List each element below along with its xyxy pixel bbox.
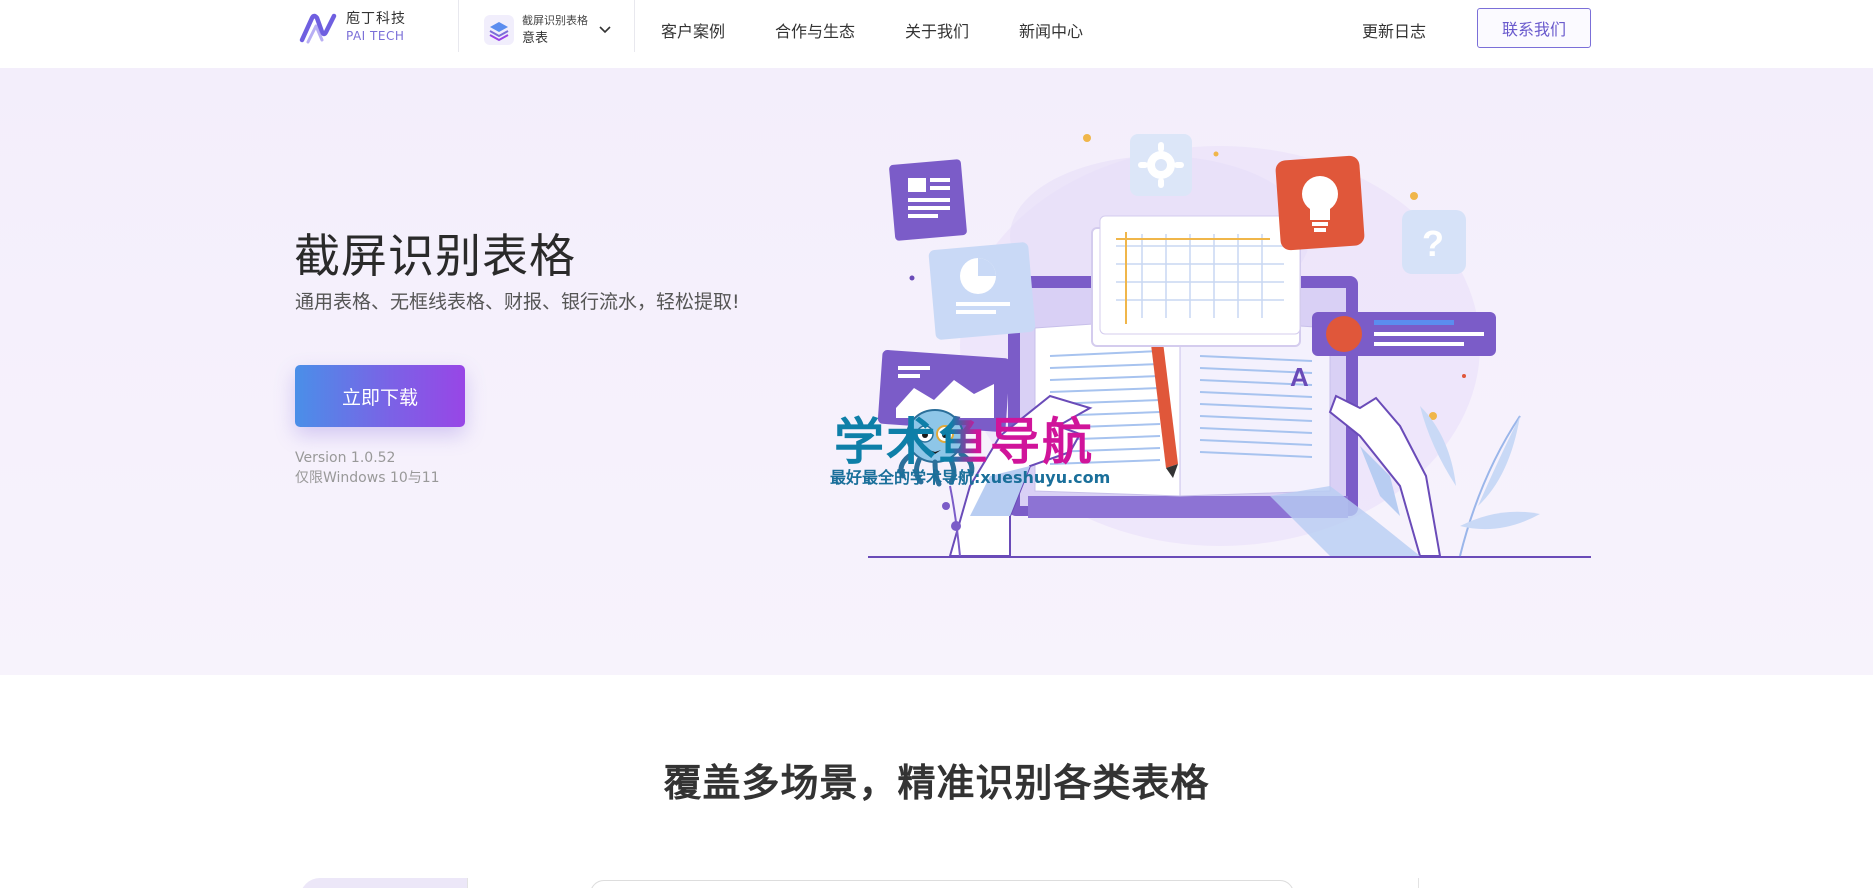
logo-en-text: PAI TECH xyxy=(346,29,405,43)
hero-title: 截屏识别表格 xyxy=(294,229,576,283)
product-selector[interactable]: 截屏识别表格 意表 xyxy=(484,12,612,48)
header-divider xyxy=(634,0,635,52)
nav-partners[interactable]: 合作与生态 xyxy=(775,18,855,42)
nav-news[interactable]: 新闻中心 xyxy=(1019,18,1083,42)
version-text: Version 1.0.52 xyxy=(295,450,396,466)
chevron-down-icon[interactable] xyxy=(598,23,612,37)
logo-cn-text: 庖丁科技 xyxy=(346,11,406,27)
divider xyxy=(467,878,468,888)
scenario-preview-card xyxy=(590,880,1294,888)
hero-illustration: A ? xyxy=(868,134,1591,558)
hero-subtitle: 通用表格、无框线表格、财报、银行流水，轻松提取! xyxy=(295,291,740,313)
logo-icon xyxy=(299,13,337,44)
contact-us-button[interactable]: 联系我们 xyxy=(1477,8,1591,48)
product-icon xyxy=(484,15,514,45)
product-name: 意表 xyxy=(522,31,549,46)
changelog-link[interactable]: 更新日志 xyxy=(1362,18,1426,42)
version-info: Version 1.0.52 仅限Windows 10与11 xyxy=(295,448,440,488)
divider xyxy=(1418,878,1419,888)
download-button[interactable]: 立即下载 xyxy=(295,365,465,427)
question-icon: ? xyxy=(1422,223,1444,264)
nav-customer-cases[interactable]: 客户案例 xyxy=(661,18,725,42)
header-divider xyxy=(458,0,459,52)
svg-text:A: A xyxy=(1290,362,1309,392)
hero-section: 截屏识别表格 通用表格、无框线表格、财报、银行流水，轻松提取! 立即下载 Ver… xyxy=(0,68,1873,675)
nav-about-us[interactable]: 关于我们 xyxy=(905,18,969,42)
logo[interactable]: 庖丁科技 PAI TECH xyxy=(298,10,406,46)
top-nav: 庖丁科技 PAI TECH 截屏识别表格 意表 客户案例 合作与生态 关于我们 … xyxy=(0,0,1873,68)
section-title: 覆盖多场景，精准识别各类表格 xyxy=(663,761,1210,805)
scenario-tab[interactable] xyxy=(300,878,468,888)
watermark-subtitle: 最好最全的学术导航:xueshuyu.com xyxy=(830,468,1111,487)
product-subtitle: 截屏识别表格 xyxy=(522,14,588,27)
os-requirement: 仅限Windows 10与11 xyxy=(295,470,440,486)
